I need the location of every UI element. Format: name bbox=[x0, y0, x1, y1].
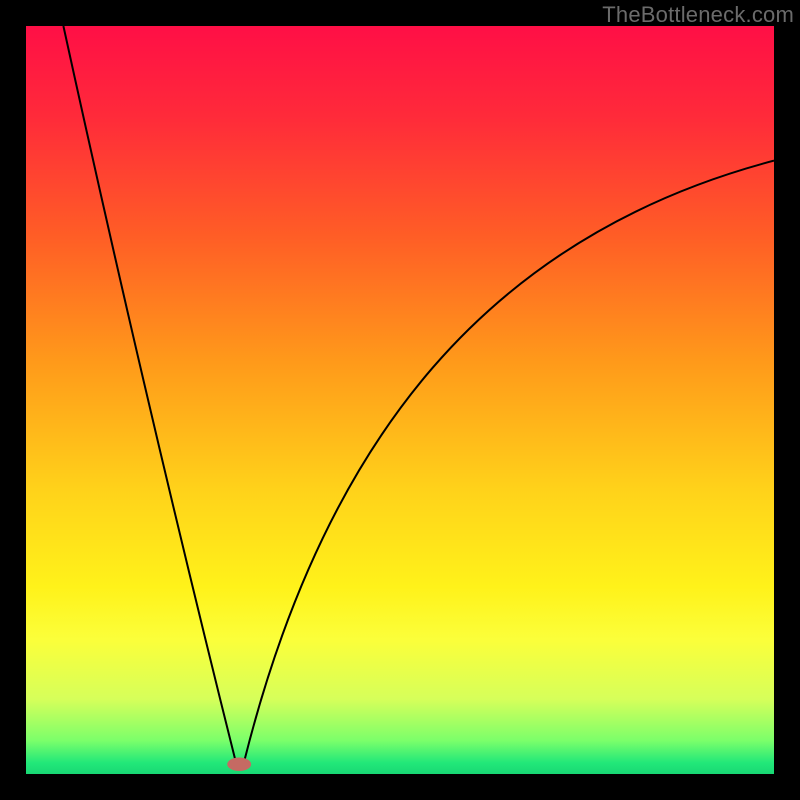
bottleneck-chart bbox=[26, 26, 774, 774]
watermark-text: TheBottleneck.com bbox=[602, 2, 794, 28]
bottleneck-marker bbox=[227, 758, 251, 771]
chart-frame bbox=[26, 26, 774, 774]
gradient-background bbox=[26, 26, 774, 774]
